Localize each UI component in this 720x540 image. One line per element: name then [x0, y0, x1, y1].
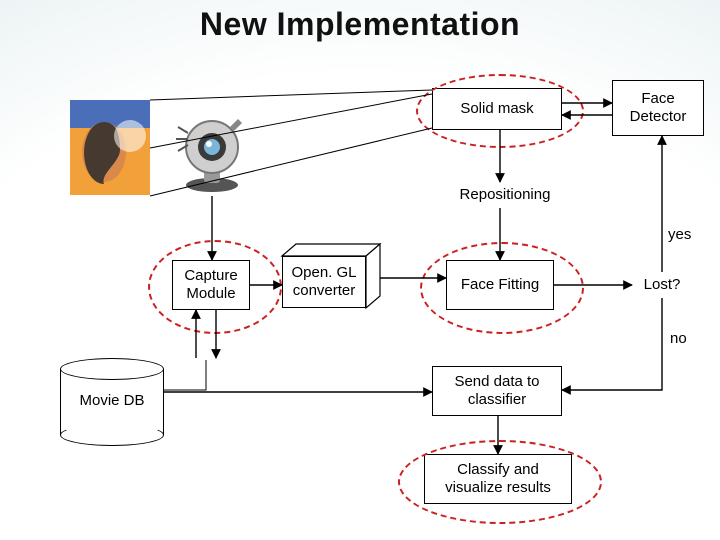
movie-db-bottom-ellipse	[60, 424, 164, 446]
movie-db-top-ellipse	[60, 358, 164, 380]
opengl-converter-node: Open. GL converter	[282, 256, 366, 308]
send-to-classifier-node: Send data to classifier	[432, 366, 562, 416]
solid-mask-node: Solid mask	[432, 88, 562, 130]
movie-db-label: Movie DB	[60, 392, 164, 409]
repositioning-node: Repositioning	[440, 182, 570, 208]
face-fitting-node: Face Fitting	[446, 260, 554, 310]
page-title: New Implementation	[0, 6, 720, 43]
capture-module-node: Capture Module	[172, 260, 250, 310]
webcam-icon	[170, 115, 255, 195]
edge-label-yes: yes	[668, 226, 691, 243]
face-detector-node: Face Detector	[612, 80, 704, 136]
face-photo-thumb	[70, 100, 150, 195]
classify-results-node: Classify and visualize results	[424, 454, 572, 504]
edge-label-no: no	[670, 330, 687, 347]
lost-node: Lost?	[632, 272, 692, 298]
